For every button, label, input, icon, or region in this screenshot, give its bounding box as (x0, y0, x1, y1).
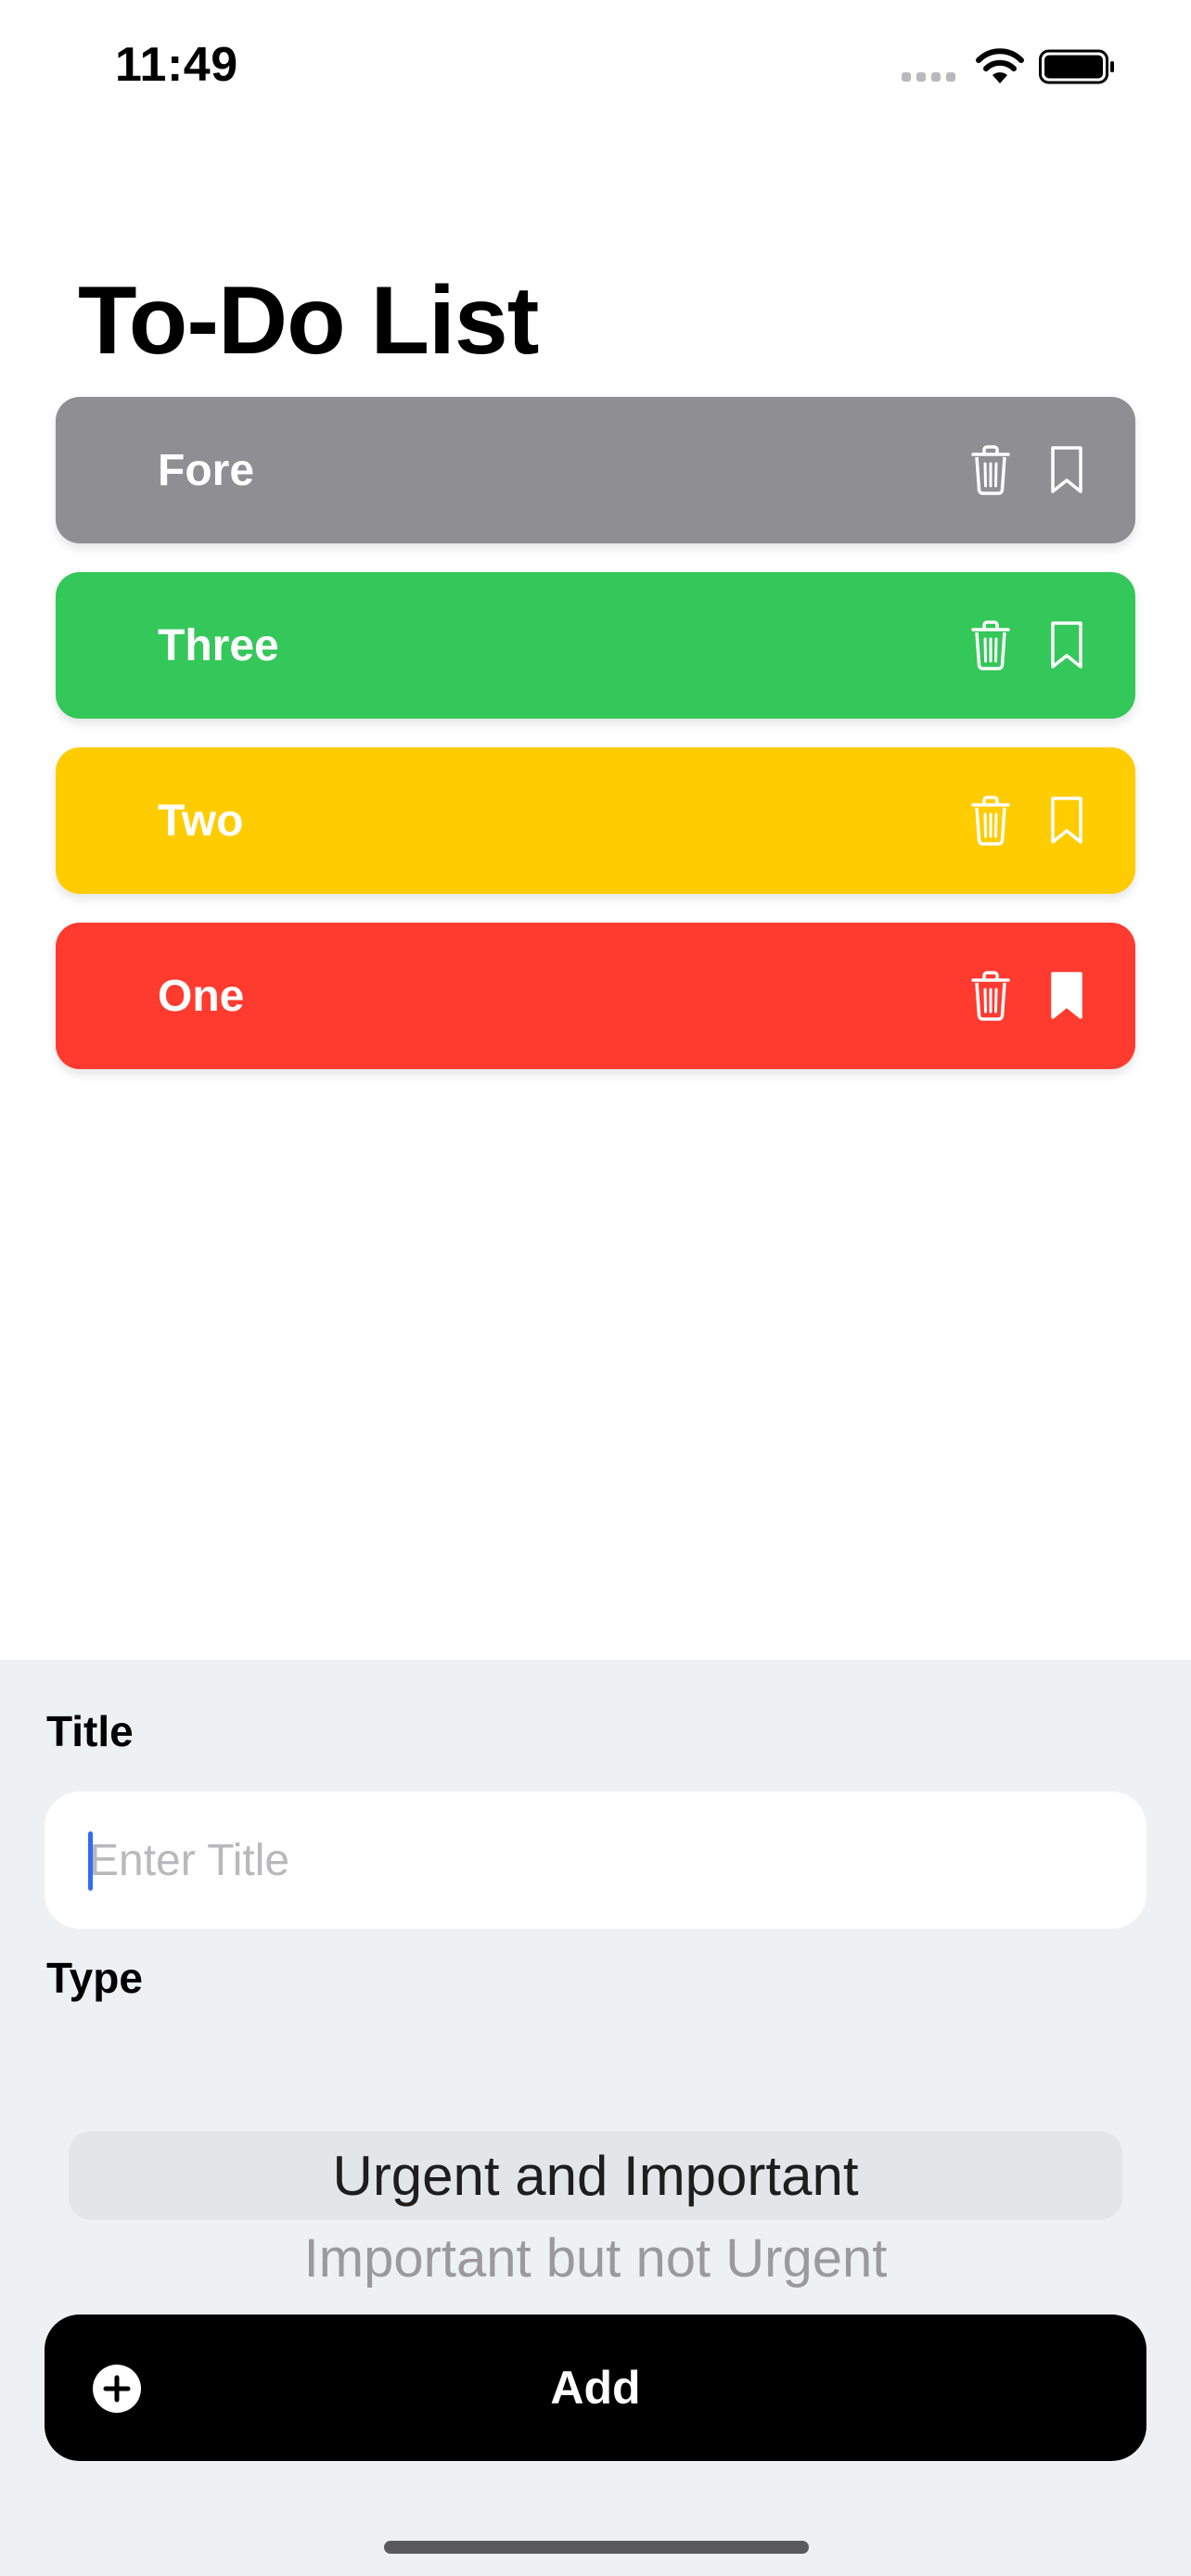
type-label: Type (46, 1954, 143, 2002)
plus-circle-icon (93, 2365, 141, 2413)
bookmark-button[interactable] (1046, 444, 1087, 496)
title-label: Title (46, 1707, 134, 1755)
task-row[interactable]: Fore (56, 397, 1135, 543)
trash-icon (971, 620, 1010, 670)
task-actions (970, 970, 1087, 1022)
bookmark-button[interactable] (1046, 795, 1087, 847)
text-cursor (88, 1831, 93, 1891)
add-task-form: Title Type Urgent and Important Importan… (0, 1660, 1191, 2576)
task-title: Fore (158, 445, 255, 495)
add-button-label: Add (550, 2362, 641, 2414)
bookmark-icon (1051, 797, 1082, 844)
task-title: One (158, 971, 245, 1021)
trash-icon (971, 971, 1010, 1021)
delete-button[interactable] (970, 970, 1011, 1022)
cellular-signal-icon (902, 72, 955, 82)
home-indicator[interactable] (384, 2541, 809, 2554)
delete-button[interactable] (970, 619, 1011, 671)
task-actions (970, 795, 1087, 847)
bookmark-button[interactable] (1046, 619, 1087, 671)
task-row[interactable]: Three (56, 572, 1135, 719)
wifi-icon (976, 48, 1024, 83)
bookmark-icon (1051, 446, 1082, 493)
battery-icon (1039, 49, 1114, 84)
picker-option-selected[interactable]: Urgent and Important (69, 2144, 1122, 2208)
delete-button[interactable] (970, 444, 1011, 496)
task-title: Two (158, 796, 244, 846)
bookmark-button[interactable] (1046, 970, 1087, 1022)
task-actions (970, 619, 1087, 671)
task-row[interactable]: Two (56, 747, 1135, 894)
delete-button[interactable] (970, 795, 1011, 847)
task-title: Three (158, 620, 279, 670)
trash-icon (971, 796, 1010, 846)
task-row[interactable]: One (56, 923, 1135, 1069)
status-time: 11:49 (115, 38, 238, 92)
trash-icon (971, 445, 1010, 495)
bookmark-icon (1051, 972, 1082, 1019)
bookmark-icon (1051, 621, 1082, 669)
task-list: Fore Three Two One (56, 397, 1135, 1098)
task-actions (970, 444, 1087, 496)
title-input[interactable] (45, 1792, 1146, 1929)
picker-option[interactable]: Important but not Urgent (69, 2227, 1122, 2289)
add-button[interactable]: Add (45, 2315, 1146, 2461)
status-bar: 11:49 (0, 0, 1191, 130)
page-title: To-Do List (78, 267, 539, 375)
